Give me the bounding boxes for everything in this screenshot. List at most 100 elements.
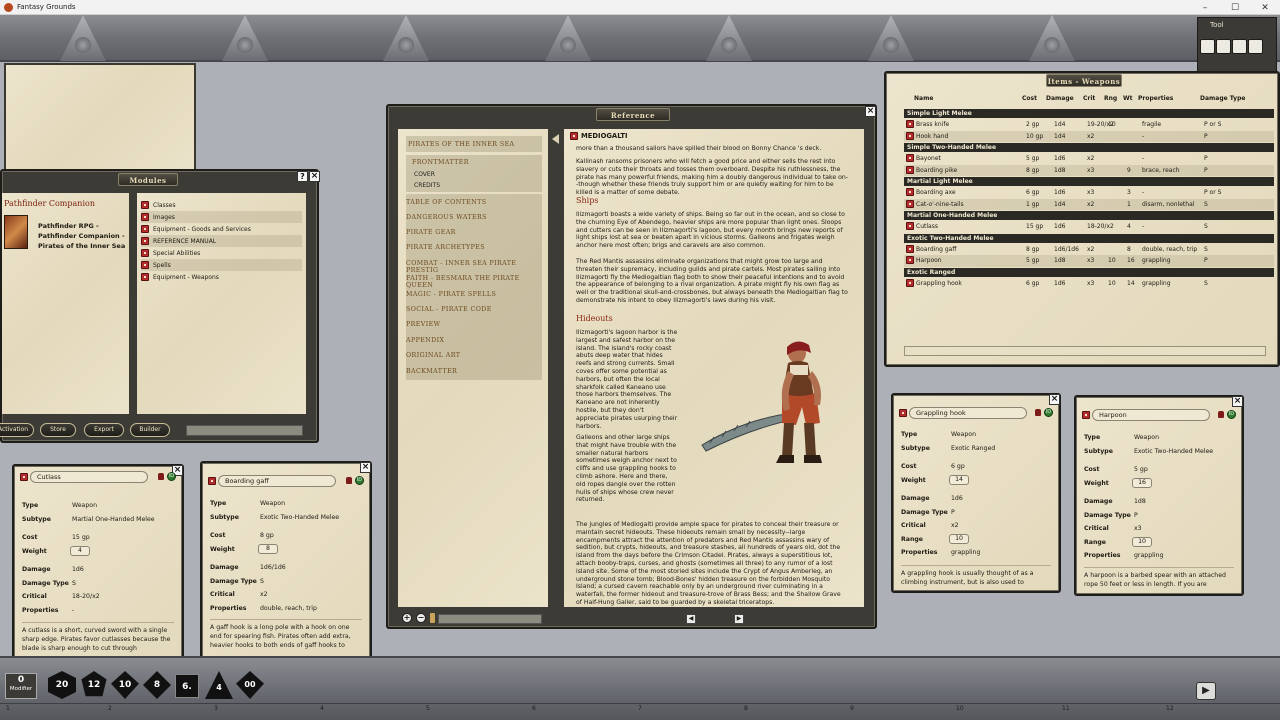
play-button[interactable]: ▶: [1196, 682, 1216, 700]
weapon-row[interactable]: Brass knife2 gp1d419-20/x210fragileP or …: [904, 119, 1274, 131]
properties-value[interactable]: -: [72, 607, 74, 614]
identified-icon[interactable]: ID: [355, 476, 364, 485]
item-description[interactable]: A harpoon is a barbed spear with an atta…: [1084, 571, 1234, 589]
damage-value[interactable]: 1d6/1d6: [260, 564, 286, 571]
toc-combat[interactable]: Combat - Inner Sea Pirate Prestig: [406, 260, 548, 274]
lock-icon[interactable]: [1218, 411, 1224, 418]
identified-icon[interactable]: ID: [167, 472, 176, 481]
maximize-button[interactable]: ☐: [1220, 0, 1250, 15]
close-window-button[interactable]: ✕: [1250, 0, 1280, 15]
close-card-button[interactable]: ×: [1232, 396, 1243, 407]
next-page-icon[interactable]: ▶: [734, 614, 744, 624]
module-item-goods[interactable]: Equipment - Goods and Services: [141, 223, 302, 235]
toc-magic[interactable]: Magic - Pirate Spells: [406, 291, 496, 298]
toc-original-art[interactable]: Original Art: [406, 352, 460, 359]
weapon-row[interactable]: Hook hand10 gp1d4x2-P: [904, 131, 1274, 143]
damage-type-value[interactable]: P: [951, 509, 955, 516]
remove-button[interactable]: −: [416, 613, 426, 623]
lock-icon[interactable]: [1035, 409, 1041, 416]
item-name-field[interactable]: Grappling hook: [909, 407, 1027, 419]
type-value[interactable]: Weapon: [1134, 434, 1159, 441]
close-reference-button[interactable]: ×: [865, 106, 876, 117]
toc-preview[interactable]: Preview: [406, 321, 440, 328]
range-field[interactable]: 10: [949, 534, 969, 544]
item-description[interactable]: A grappling hook is usually thought of a…: [901, 569, 1051, 587]
weapon-row[interactable]: Harpoon5 gp1d8x31016grapplingP: [904, 255, 1274, 267]
close-card-button[interactable]: ×: [360, 462, 371, 473]
toc-frontmatter[interactable]: Frontmatter: [412, 159, 469, 166]
module-item-special-abilities[interactable]: Special Abilities: [141, 247, 302, 259]
reference-search-input[interactable]: [438, 614, 542, 624]
weight-field[interactable]: 16: [1132, 478, 1152, 488]
hotkey-label[interactable]: 4: [320, 705, 324, 712]
hotkey-label[interactable]: 1: [6, 705, 10, 712]
cost-value[interactable]: 8 gp: [260, 532, 274, 539]
pirate-illustration[interactable]: [692, 327, 852, 477]
module-filter-input[interactable]: [186, 425, 303, 436]
module-item-reference-manual[interactable]: REFERENCE MANUAL: [141, 235, 302, 247]
item-name-field[interactable]: Cutlass: [30, 471, 148, 483]
toc-backmatter[interactable]: Backmatter: [406, 368, 457, 375]
damage-type-value[interactable]: P: [1134, 512, 1138, 519]
modifier-box[interactable]: 0 Modifier: [5, 673, 37, 699]
hotkey-label[interactable]: 3: [214, 705, 218, 712]
col-properties[interactable]: Properties: [1138, 95, 1173, 102]
toc-credits[interactable]: CREDITS: [414, 182, 440, 189]
identified-icon[interactable]: ID: [1227, 410, 1236, 419]
item-description[interactable]: A cutlass is a short, curved sword with …: [22, 626, 174, 654]
critical-value[interactable]: x2: [951, 522, 959, 529]
weapon-row[interactable]: Grappling hook6 gp1d6x31014grapplingS: [904, 278, 1274, 290]
toc-appendix[interactable]: Appendix: [406, 337, 444, 344]
damage-value[interactable]: 1d6: [72, 566, 84, 573]
hotkey-label[interactable]: 5: [426, 705, 430, 712]
col-crit[interactable]: Crit: [1083, 95, 1095, 102]
add-button[interactable]: +: [402, 613, 412, 623]
type-value[interactable]: Weapon: [260, 500, 285, 507]
damage-type-value[interactable]: S: [260, 578, 264, 585]
type-value[interactable]: Weapon: [951, 431, 976, 438]
toc-faith[interactable]: Faith - Besmara the Pirate Queen: [406, 275, 548, 289]
builder-button[interactable]: Builder: [130, 423, 170, 437]
module-item-weapons[interactable]: Equipment - Weapons: [141, 271, 302, 283]
col-wt[interactable]: Wt: [1123, 95, 1133, 102]
module-thumbnail[interactable]: [4, 215, 28, 249]
hotkey-label[interactable]: 12: [1166, 705, 1174, 712]
type-value[interactable]: Weapon: [72, 502, 97, 509]
properties-value[interactable]: grappling: [1134, 552, 1163, 559]
toc-dangerous-waters[interactable]: Dangerous Waters: [406, 214, 487, 221]
combat-tracker-icon[interactable]: [1200, 39, 1215, 54]
items-filter-input[interactable]: [904, 346, 1266, 356]
weapon-row[interactable]: Boarding axe6 gp1d6x33-P or S: [904, 187, 1274, 199]
module-item-spells[interactable]: Spells: [141, 259, 302, 271]
properties-value[interactable]: double, reach, trip: [260, 605, 317, 612]
cost-value[interactable]: 15 gp: [72, 534, 90, 541]
item-description[interactable]: A gaff hook is a long pole with a hook o…: [210, 623, 362, 651]
cost-value[interactable]: 5 gp: [1134, 466, 1148, 473]
damage-value[interactable]: 1d8: [1134, 498, 1146, 505]
close-card-button[interactable]: ×: [1049, 394, 1060, 405]
hotkey-label[interactable]: 9: [850, 705, 854, 712]
weapon-row[interactable]: Boarding pike8 gp1d8x39brace, reachP: [904, 165, 1274, 177]
toc-book-title[interactable]: Pirates of the Inner Sea: [408, 141, 515, 148]
activation-button[interactable]: Activation: [0, 423, 34, 437]
hotkey-label[interactable]: 2: [108, 705, 112, 712]
collapse-toc-arrow-icon[interactable]: [552, 134, 559, 144]
party-icon[interactable]: [1216, 39, 1231, 54]
lock-icon[interactable]: [346, 477, 352, 484]
d6-die-icon[interactable]: 6.: [175, 674, 199, 698]
hotkey-label[interactable]: 10: [956, 705, 964, 712]
range-field[interactable]: 10: [1132, 537, 1152, 547]
col-name[interactable]: Name: [914, 95, 933, 102]
weapon-row[interactable]: Bayonet5 gp1d6x2-P: [904, 153, 1274, 165]
calendar-icon[interactable]: [1232, 39, 1247, 54]
damage-value[interactable]: 1d6: [951, 495, 963, 502]
weapon-row[interactable]: Boarding gaff8 gp1d6/1d6x28double, reach…: [904, 244, 1274, 256]
module-title[interactable]: Pathfinder Companion: [4, 199, 95, 208]
subtype-value[interactable]: Exotic Two-Handed Melee: [1134, 448, 1213, 455]
toc-social[interactable]: Social - Pirate Code: [406, 306, 492, 313]
minimize-button[interactable]: –: [1190, 0, 1220, 15]
weight-field[interactable]: 14: [949, 475, 969, 485]
toc-cover[interactable]: COVER: [414, 171, 435, 178]
col-damage-type[interactable]: Damage Type: [1200, 95, 1245, 102]
toc-pirate-archetypes[interactable]: Pirate Archetypes: [406, 244, 485, 251]
